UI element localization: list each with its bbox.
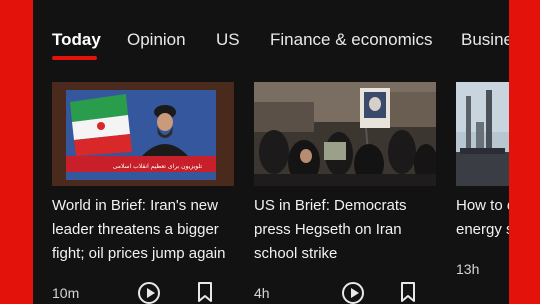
article-time: 13h	[456, 261, 480, 277]
tab-business[interactable]: Busine	[461, 30, 509, 50]
article-time: 10m	[52, 285, 80, 301]
app-panel: Today Opinion US Finance & economics Bus…	[33, 0, 509, 304]
bookmark-icon[interactable]	[197, 281, 213, 303]
article-headline[interactable]: How to e energy s	[456, 194, 509, 242]
image-caption: تلویزیون برای تعظیم انقلاب اسلامی	[113, 163, 203, 170]
article-time: 4h	[254, 285, 270, 301]
article-image	[456, 82, 509, 186]
article-headline[interactable]: US in Brief: Democrats press Hegseth on …	[254, 194, 436, 266]
play-icon[interactable]	[138, 282, 160, 304]
tab-opinion[interactable]: Opinion	[127, 30, 186, 50]
section-tabs: Today Opinion US Finance & economics Bus…	[33, 0, 509, 70]
tab-finance-economics[interactable]: Finance & economics	[270, 30, 433, 50]
article-image: تلویزیون برای تعظیم انقلاب اسلامی	[52, 82, 234, 186]
article-card[interactable]: تلویزیون برای تعظیم انقلاب اسلامی World …	[52, 82, 234, 304]
bookmark-icon[interactable]	[400, 281, 416, 303]
play-icon[interactable]	[342, 282, 364, 304]
article-image	[254, 82, 436, 186]
active-tab-indicator	[52, 56, 97, 60]
tab-us[interactable]: US	[216, 30, 240, 50]
article-headline[interactable]: World in Brief: Iran's new leader threat…	[52, 194, 234, 266]
tab-today[interactable]: Today	[52, 30, 101, 50]
article-card[interactable]: How to e energy s 13h	[456, 82, 509, 304]
article-card[interactable]: US in Brief: Democrats press Hegseth on …	[254, 82, 436, 304]
